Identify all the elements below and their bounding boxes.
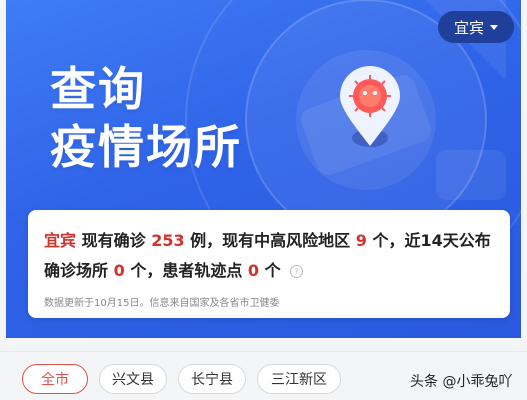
- tab-label: 长宁县: [191, 372, 233, 388]
- tab-changning[interactable]: 长宁县: [178, 364, 246, 394]
- location-pin-virus-icon: [340, 66, 400, 147]
- title-line-2: 疫情场所: [50, 120, 242, 174]
- summary-text-4: 确诊场所: [44, 261, 109, 280]
- tab-label: 兴文县: [112, 372, 154, 388]
- tab-sanjiang[interactable]: 三江新区: [257, 364, 341, 394]
- summary-text-3: 个，近14天公布: [372, 231, 491, 250]
- help-icon[interactable]: ?: [290, 265, 304, 278]
- city-selector-label: 宜宾: [453, 18, 484, 37]
- tab-label: 全市: [41, 372, 69, 388]
- risk-area-count: 9: [355, 231, 367, 250]
- page-title: 查询 疫情场所: [50, 60, 242, 176]
- summary-line-2: 确诊场所 0 个，患者轨迹点 0 个 ?: [44, 256, 494, 286]
- summary-text-6: 个: [264, 261, 281, 280]
- summary-text-5: 个，患者轨迹点: [130, 261, 243, 280]
- chevron-down-icon: [490, 24, 498, 30]
- tab-xingwen[interactable]: 兴文县: [99, 364, 167, 394]
- summary-card: 宜宾 现有确诊 253 例，现有中高风险地区 9 个，近14天公布 确诊场所 0…: [28, 210, 510, 318]
- district-tabs: 全市 兴文县 长宁县 三江新区: [22, 364, 341, 394]
- summary-city: 宜宾: [44, 231, 77, 250]
- summary-text-2: 例，现有中高风险地区: [190, 231, 351, 250]
- tab-all-city[interactable]: 全市: [22, 364, 88, 394]
- data-source-note: 数据更新于10月15日。信息来自国家及各省市卫健委: [44, 298, 280, 309]
- places-count: 0: [113, 261, 125, 280]
- confirmed-count: 253: [151, 231, 185, 250]
- hero-banner: 宜宾 查询 疫情场所 宜宾 现有确诊 253 例，现有中高风险地区 9 个，近1…: [6, 0, 521, 338]
- watermark: 头条 @小乖兔吖: [410, 374, 513, 390]
- summary-text-1: 现有确诊: [81, 231, 146, 250]
- city-selector[interactable]: 宜宾: [438, 11, 514, 43]
- title-line-1: 查询: [50, 62, 146, 116]
- tracks-count: 0: [247, 261, 260, 280]
- summary-line-1: 宜宾 现有确诊 253 例，现有中高风险地区 9 个，近14天公布: [44, 226, 494, 256]
- divider: [0, 351, 527, 352]
- tab-label: 三江新区: [271, 372, 327, 388]
